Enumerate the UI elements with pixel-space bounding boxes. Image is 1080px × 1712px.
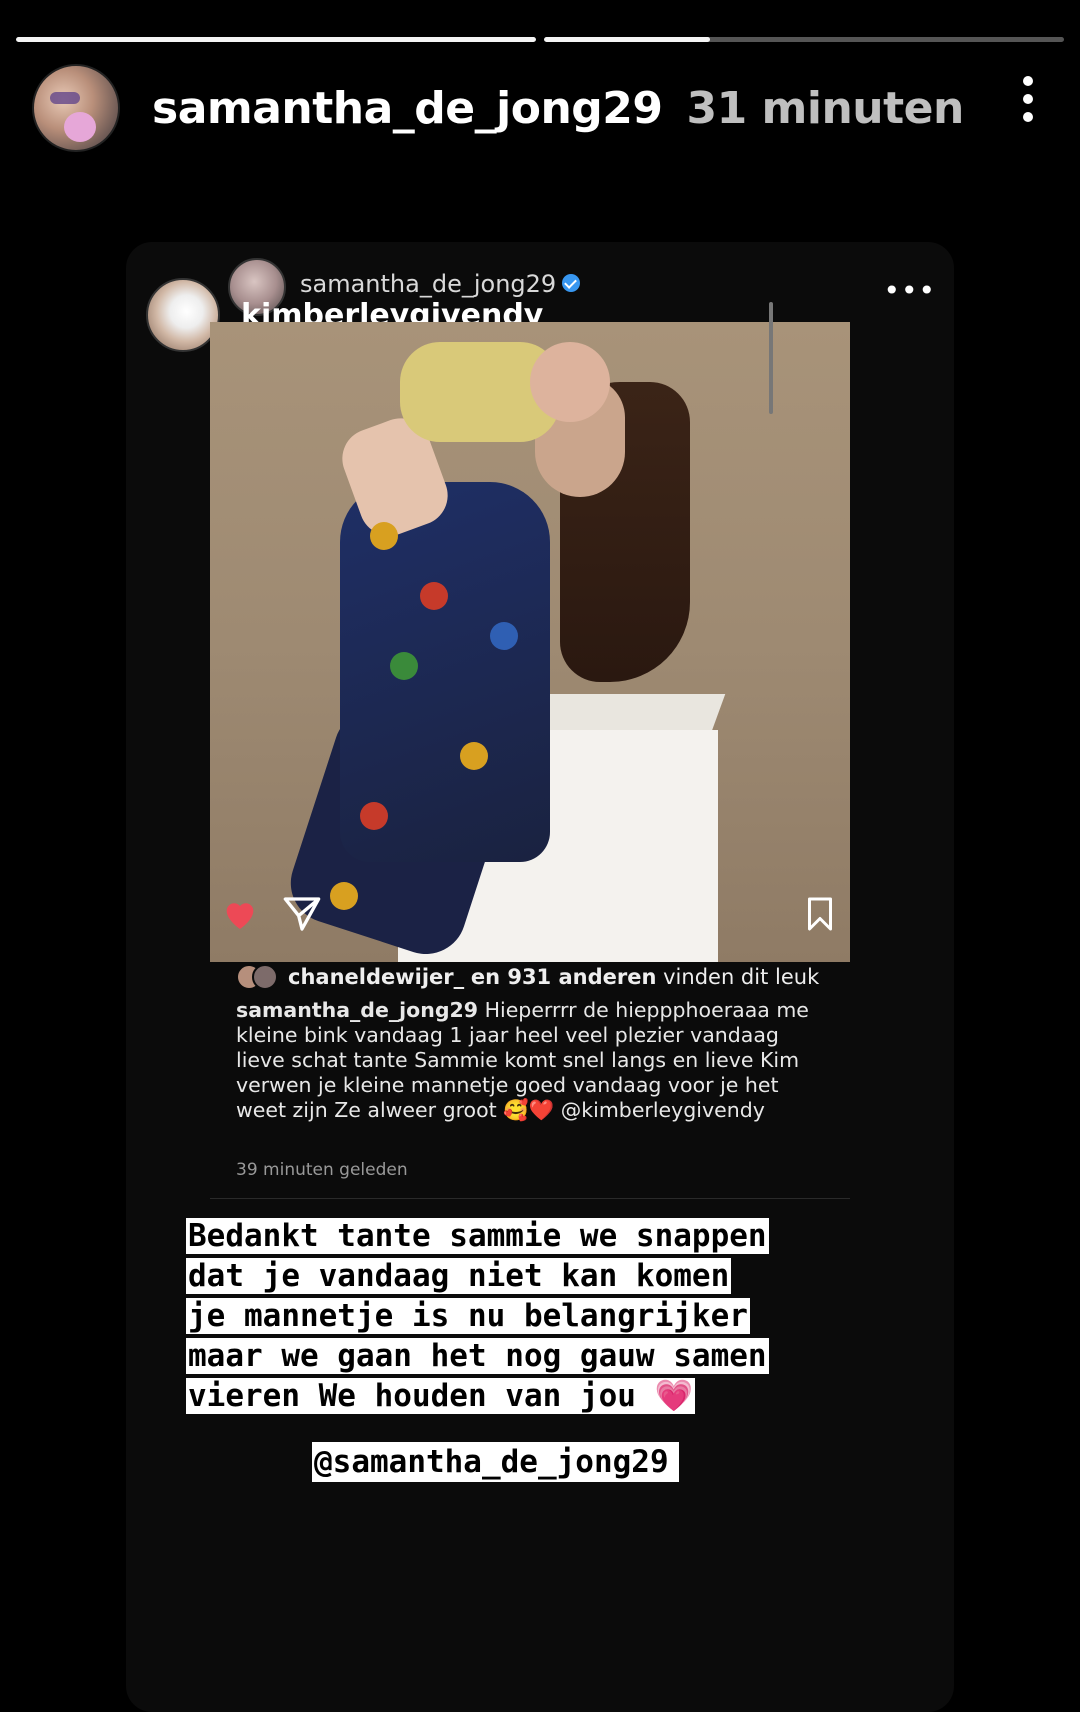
overlay-line: maar we gaan het nog gauw samen xyxy=(186,1338,769,1374)
shared-post-card: samantha_de_jong29 kimberleygivendy ••• … xyxy=(126,242,954,1712)
liker-avatar xyxy=(252,964,278,990)
post-photo[interactable] xyxy=(210,322,850,962)
likes-count[interactable]: en 931 anderen xyxy=(471,965,657,989)
post-caption: samantha_de_jong29 Hieperrrr de hiepppho… xyxy=(236,998,816,1123)
post-time-ago: 39 minuten geleden xyxy=(236,1160,408,1180)
heart-icon[interactable] xyxy=(220,894,260,934)
divider xyxy=(210,1198,850,1199)
overlay-line: vieren We houden van jou 💗 xyxy=(186,1378,696,1414)
post-more-icon[interactable]: ••• xyxy=(883,274,936,307)
tagged-user-avatar[interactable] xyxy=(146,278,220,352)
overlay-line: dat je vandaag niet kan komen xyxy=(186,1258,732,1294)
progress-segment-2 xyxy=(544,37,1064,42)
likes-user[interactable]: chaneldewijer_ xyxy=(288,965,464,989)
mention-sticker[interactable]: @samantha_de_jong29 xyxy=(312,1442,679,1482)
story-text-overlay: Bedankt tante sammie we snappen dat je v… xyxy=(186,1216,906,1416)
overlay-line: Bedankt tante sammie we snappen xyxy=(186,1218,769,1254)
progress-segment-1 xyxy=(16,37,536,42)
avatar[interactable] xyxy=(32,64,120,152)
story-username[interactable]: samantha_de_jong29 xyxy=(152,83,663,134)
scrollbar[interactable] xyxy=(769,302,773,414)
more-options-icon[interactable] xyxy=(1020,76,1036,122)
likes-line[interactable]: chaneldewijer_ en 931 anderen vinden dit… xyxy=(236,964,819,990)
verified-badge-icon xyxy=(562,274,581,292)
original-user[interactable]: samantha_de_jong29 xyxy=(300,270,581,298)
caption-username[interactable]: samantha_de_jong29 xyxy=(236,998,478,1022)
send-icon[interactable] xyxy=(282,894,322,934)
story-header: samantha_de_jong29 31 minuten xyxy=(32,64,1060,152)
post-actions xyxy=(220,892,860,952)
overlay-line: je mannetje is nu belangrijker xyxy=(186,1298,750,1334)
original-username: samantha_de_jong29 xyxy=(300,270,557,298)
likes-suffix: vinden dit leuk xyxy=(663,965,820,989)
story-timestamp: 31 minuten xyxy=(686,82,965,134)
bookmark-icon[interactable] xyxy=(802,894,838,934)
story-progress-bar xyxy=(16,37,1064,42)
